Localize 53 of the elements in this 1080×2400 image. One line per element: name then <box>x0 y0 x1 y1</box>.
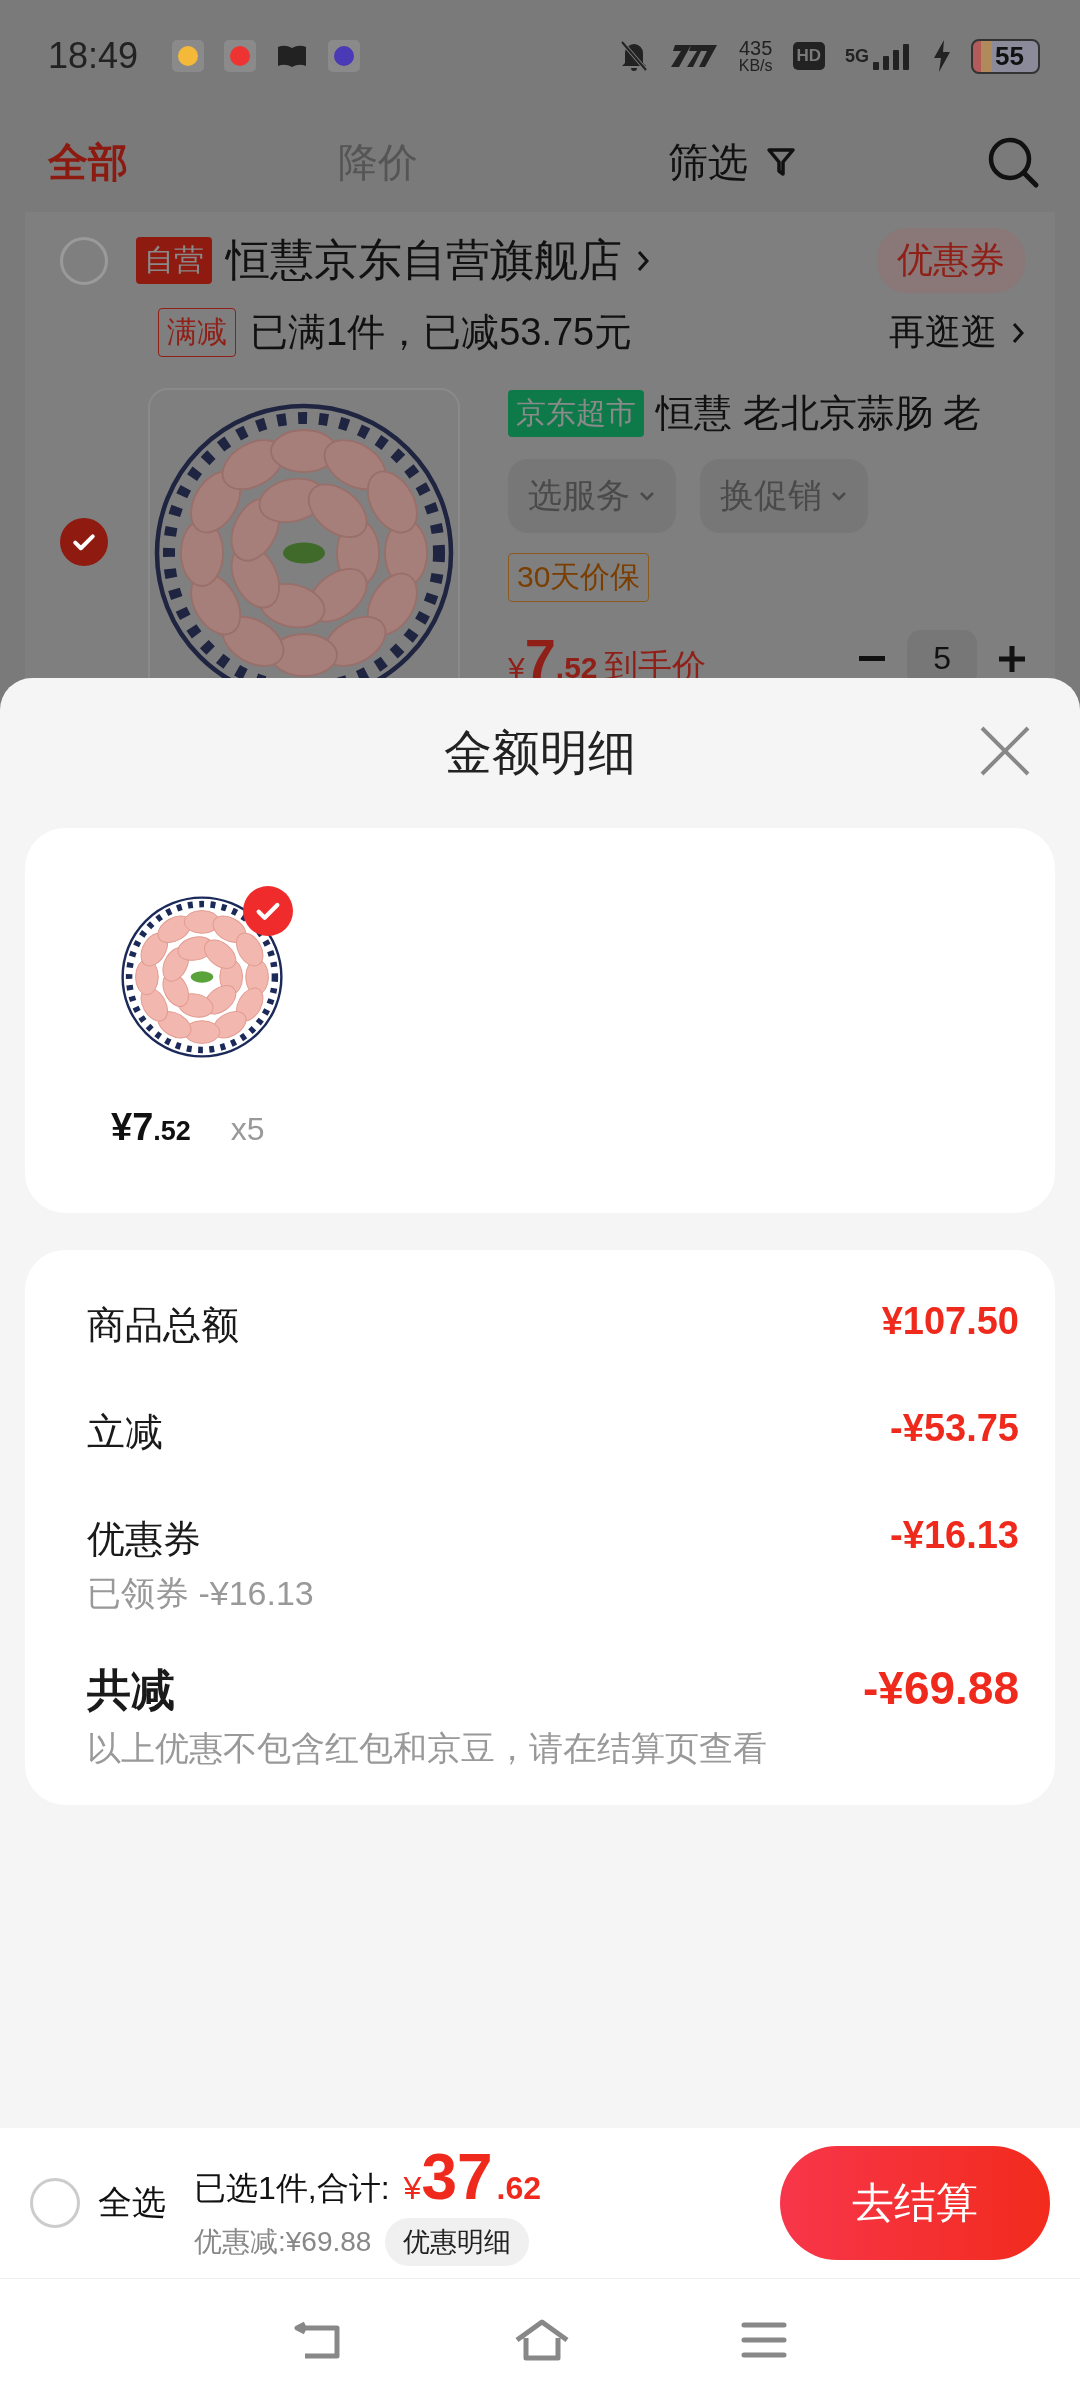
close-button[interactable] <box>978 724 1032 778</box>
total-price: ¥37.62 <box>403 2140 542 2214</box>
shop-tag: 京东超市 <box>508 390 644 437</box>
total-label: 已选1件,合计: <box>194 2169 390 2208</box>
discount-details-button[interactable]: 优惠明细 <box>385 2218 530 2266</box>
charging-icon <box>933 40 952 72</box>
chevron-down-icon <box>830 490 848 502</box>
bell-off-icon <box>618 39 649 73</box>
network-type: 5G <box>845 45 870 67</box>
store-name[interactable]: 恒慧京东自营旗舰店 <box>226 231 622 290</box>
network-speed: 435 <box>738 38 773 58</box>
hd-badge: HD <box>792 42 826 70</box>
more-link[interactable]: 再逛逛 <box>889 308 997 357</box>
select-all-checkbox[interactable] <box>30 2178 80 2228</box>
filter-icon <box>766 146 796 178</box>
checkout-button[interactable]: 去结算 <box>780 2146 1050 2260</box>
breakdown-note: 以上优惠不包含红包和京豆，请在结算页查看 <box>86 1728 768 1769</box>
minus-icon[interactable] <box>859 655 886 662</box>
promo-text: 已满1件，已减53.75元 <box>250 310 633 355</box>
product-checkbox[interactable] <box>60 518 108 566</box>
status-time: 18:49 <box>48 35 139 77</box>
store-checkbox[interactable] <box>60 236 108 285</box>
home-icon[interactable] <box>513 2317 571 2362</box>
breakdown-label: 优惠券 <box>87 1517 201 1562</box>
sheet-title: 金额明细 <box>444 725 636 781</box>
tab[interactable]: 全部 <box>48 134 338 190</box>
promo-tag: 满减 <box>158 308 236 357</box>
breakdown-value: -¥69.88 <box>863 1661 1019 1715</box>
discount-text: 优惠减:¥69.88 <box>194 2225 372 2259</box>
price-guarantee-tag: 30天价保 <box>508 553 650 602</box>
carrier-logo-icon <box>668 43 719 69</box>
breakdown-value: ¥107.50 <box>881 1300 1019 1343</box>
app-icon <box>172 40 205 72</box>
breakdown-label: 共减 <box>87 1664 175 1716</box>
app-icon <box>328 40 361 72</box>
speed-unit: KB/s <box>738 58 773 74</box>
breakdown-value: -¥53.75 <box>890 1407 1019 1450</box>
back-icon[interactable] <box>293 2319 343 2360</box>
breakdown-label: 商品总额 <box>87 1303 239 1348</box>
product-title[interactable]: 恒慧 老北京蒜肠 老 <box>656 388 982 439</box>
breakdown-note: 已领券 -¥16.13 <box>86 1573 315 1614</box>
chevron-down-icon <box>638 490 656 502</box>
breakdown-label: 立减 <box>87 1410 163 1455</box>
search-icon[interactable] <box>986 135 1040 189</box>
breakdown-value: -¥16.13 <box>890 1514 1019 1557</box>
item-quantity: x5 <box>230 1111 265 1148</box>
filter-button[interactable]: 筛选 <box>668 134 796 190</box>
plus-icon[interactable] <box>999 645 1025 672</box>
select-all-label[interactable]: 全选 <box>98 2180 166 2226</box>
item-price: ¥7.52 <box>111 1106 191 1149</box>
self-run-badge: 自营 <box>136 237 212 284</box>
battery-level: 55 <box>971 38 1040 74</box>
app-icon <box>224 40 257 72</box>
